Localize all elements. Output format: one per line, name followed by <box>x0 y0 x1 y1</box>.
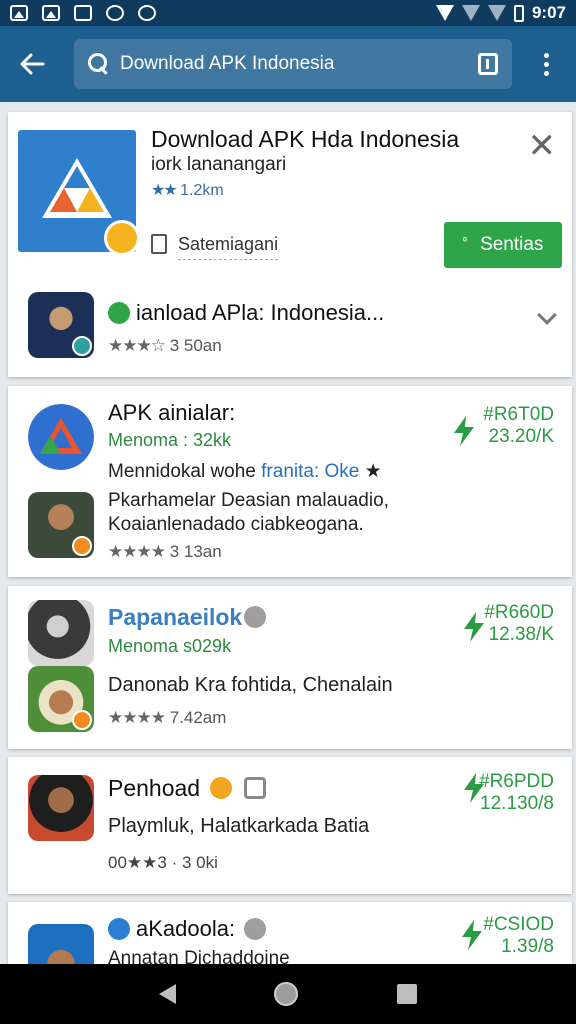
price-block[interactable]: #R6T0D 23.20/K <box>483 404 554 448</box>
list-item[interactable]: Papanaeilok Menoma s029k Danonab Kra foh… <box>8 586 572 749</box>
app-icon[interactable] <box>28 404 94 470</box>
verified-badge-icon <box>244 918 266 940</box>
item-rating: ★★★★ 3 13an <box>108 542 222 562</box>
item-price-sub: 12.130/8 <box>480 793 554 814</box>
list-item[interactable]: aKadoola: Annatan Dichaddoine #CSIOD 1.3… <box>8 902 572 972</box>
system-nav-bar <box>0 964 576 1024</box>
mute-icon <box>74 5 92 21</box>
verified-badge-icon <box>72 710 92 730</box>
clipboard-icon <box>151 234 167 254</box>
item-desc-1: Pkarhamelar Deasian malauadio, <box>108 490 389 511</box>
wifi-icon <box>435 5 454 21</box>
related-title[interactable]: ianload APla: Indonesia... <box>136 300 384 326</box>
app-meta: Satemiagani <box>178 234 279 260</box>
item-sub: Menoma : 32kk <box>108 430 232 450</box>
app-title: Download APK Hda Indonesia <box>151 126 460 152</box>
avatar[interactable] <box>28 775 94 841</box>
close-icon[interactable]: ✕ <box>528 126 557 166</box>
install-button[interactable]: ﾟ Sentias <box>444 222 562 268</box>
item-price: #R6PDD <box>479 771 554 792</box>
signal-icon <box>461 5 480 21</box>
image-icon <box>10 5 28 21</box>
battery-icon <box>513 4 524 22</box>
more-vert-icon[interactable] <box>534 52 558 76</box>
avatar[interactable] <box>28 492 94 558</box>
nav-back-icon[interactable] <box>159 984 177 1004</box>
related-rating-text: 3 50an <box>169 336 222 355</box>
chat-icon <box>108 302 130 324</box>
avatar[interactable] <box>28 666 94 732</box>
item-title[interactable]: aKadoola: <box>136 916 235 942</box>
verified-badge-icon <box>108 918 130 940</box>
item-line-link[interactable]: franita: Oke <box>261 461 359 482</box>
book-icon[interactable] <box>478 53 498 75</box>
shield-icon <box>106 5 124 21</box>
app-bar: Download APK Indonesia <box>0 26 576 102</box>
item-price: #R660D <box>484 602 554 623</box>
search-icon <box>88 53 110 75</box>
status-bar: 9:07 <box>0 0 576 26</box>
install-label: Sentias <box>480 234 544 255</box>
item-stars: ★★★★ <box>108 708 166 727</box>
list-item[interactable]: APK ainialar: Menoma : 32kk Mennidokal w… <box>8 386 572 577</box>
top-app-card: Download APK Hda Indonesia iork lananang… <box>8 112 572 377</box>
item-rating-text: 3 13an <box>169 542 222 561</box>
price-block[interactable]: #CSIOD 1.39/8 <box>483 914 554 958</box>
item-price: #R6T0D <box>483 404 554 425</box>
item-stars: ★★★★ <box>108 542 166 561</box>
item-rating: ★★★★ 7.42am <box>108 708 226 728</box>
avatar[interactable] <box>28 292 94 358</box>
gear-icon <box>138 5 156 21</box>
item-line-a: Mennidokal wohe <box>108 461 262 482</box>
nav-home-icon[interactable] <box>274 982 299 1006</box>
item-line: Mennidokal wohe franita: Oke ★ <box>108 460 382 483</box>
search-query-text: Download APK Indonesia <box>120 53 335 74</box>
related-rating: ★★★☆ 3 50an <box>108 336 222 356</box>
item-title[interactable]: Papanaeilok <box>108 604 242 631</box>
verified-badge-icon <box>210 777 232 799</box>
item-rating-text: 7.42am <box>169 708 227 727</box>
item-price: #CSIOD <box>483 914 554 935</box>
price-block[interactable]: #R660D 12.38/K <box>484 602 554 646</box>
app-subtitle: iork lananangari <box>151 154 287 175</box>
rating-stars: ★★ <box>151 182 178 199</box>
bolt-icon <box>462 920 482 950</box>
item-title[interactable]: Penhoad <box>108 775 200 802</box>
back-arrow-icon <box>20 53 45 75</box>
item-desc-2: Koaianlenadado ciabkeogana. <box>108 514 364 535</box>
verified-badge-icon <box>244 606 266 628</box>
chevron-down-icon[interactable] <box>537 305 557 325</box>
verified-badge-icon <box>72 336 92 356</box>
bolt-icon <box>464 612 484 642</box>
key-icon: ﾟ <box>462 236 473 258</box>
item-desc: Playmluk, Halatkarkada Batia <box>108 815 370 837</box>
item-rating: 00★★3 · 3 0ki <box>108 853 218 872</box>
back-button[interactable] <box>10 42 54 86</box>
drive-logo-icon <box>28 404 94 470</box>
search-input[interactable]: Download APK Indonesia <box>74 39 512 89</box>
nav-recents-icon[interactable] <box>396 984 417 1004</box>
list-item[interactable]: Penhoad Playmluk, Halatkarkada Batia 00★… <box>8 757 572 894</box>
item-line-star: ★ <box>359 461 382 482</box>
square-badge-icon <box>244 777 266 799</box>
related-stars: ★★★☆ <box>108 336 166 355</box>
item-price-sub: 23.20/K <box>488 426 555 447</box>
signal-icon-2 <box>487 5 506 21</box>
item-sub: Menoma s029k <box>108 636 232 656</box>
rating-text: 1.2km <box>180 182 224 199</box>
verified-badge-icon <box>104 220 140 256</box>
avatar[interactable] <box>28 600 94 666</box>
app-rating: ★★ 1.2km <box>151 180 224 200</box>
item-title: APK ainialar: <box>108 400 236 425</box>
price-block[interactable]: #R6PDD 12.130/8 <box>479 771 554 815</box>
gallery-icon <box>42 5 60 21</box>
item-price-sub: 12.38/K <box>488 624 555 645</box>
verified-badge-icon <box>72 536 92 556</box>
bolt-icon <box>454 416 474 446</box>
status-time: 9:07 <box>531 3 566 22</box>
item-price-sub: 1.39/8 <box>501 936 554 957</box>
item-desc: Danonab Kra fohtida, Chenalain <box>108 674 393 696</box>
drive-logo-icon <box>42 158 112 218</box>
app-icon[interactable] <box>18 130 140 256</box>
